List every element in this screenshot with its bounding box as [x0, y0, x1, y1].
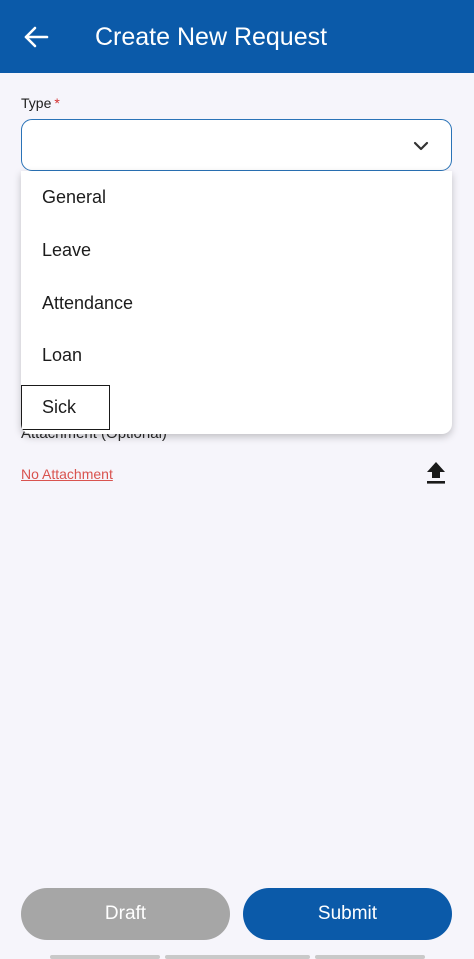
draft-button[interactable]: Draft: [21, 888, 230, 940]
dropdown-option-sick[interactable]: Sick: [21, 385, 110, 430]
no-attachment-link[interactable]: No Attachment: [21, 464, 113, 484]
dropdown-option-loan[interactable]: Loan: [21, 329, 452, 382]
arrow-left-icon: [24, 26, 49, 48]
bottom-edge-hint-2: [165, 955, 310, 959]
bottom-edge-hint-3: [315, 955, 425, 959]
dropdown-option-attendance[interactable]: Attendance: [21, 277, 452, 330]
page-title: Create New Request: [95, 23, 328, 51]
type-select[interactable]: [21, 119, 452, 171]
upload-icon: [427, 462, 445, 484]
type-label: Type *: [21, 94, 60, 112]
back-button[interactable]: [22, 22, 52, 52]
type-label-text: Type: [21, 95, 52, 111]
required-asterisk: *: [54, 95, 60, 111]
type-dropdown-menu: General Leave Attendance Loan Sick: [21, 171, 452, 434]
upload-button[interactable]: [424, 460, 448, 486]
bottom-edge-hint-1: [50, 955, 160, 959]
app-bar: Create New Request: [0, 0, 474, 73]
dropdown-option-leave[interactable]: Leave: [21, 224, 452, 277]
dropdown-option-general[interactable]: General: [21, 171, 452, 224]
chevron-down-icon: [413, 141, 429, 151]
submit-button[interactable]: Submit: [243, 888, 452, 940]
